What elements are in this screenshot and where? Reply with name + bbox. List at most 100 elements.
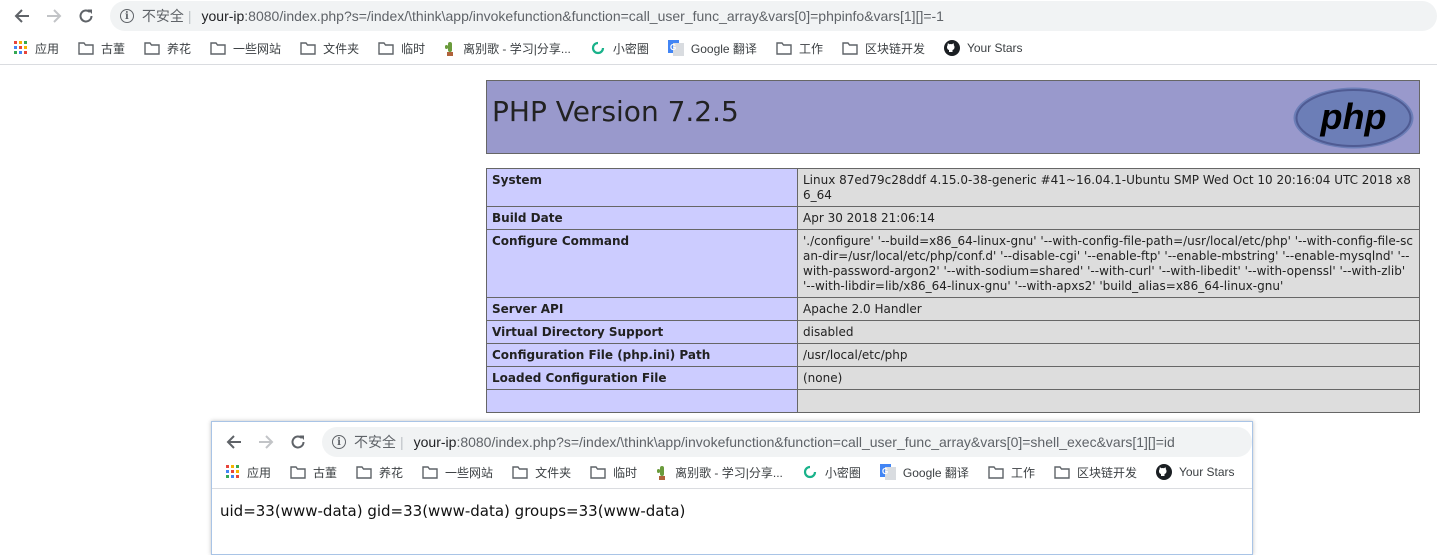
row-value: disabled <box>797 320 1420 344</box>
bookmark-folder-websites[interactable]: 一些网站 <box>210 40 281 57</box>
svg-text:G: G <box>882 467 888 476</box>
security-label: 不安全 <box>354 434 396 450</box>
table-row: Virtual Directory Support disabled <box>486 320 1420 344</box>
apps-grid-icon <box>14 41 27 54</box>
bookmark-folder-files[interactable]: 文件夹 <box>512 464 571 481</box>
bookmark-label: Google 翻译 <box>690 41 757 56</box>
table-row: Loaded Configuration File (none) <box>486 366 1420 390</box>
bookmarks-bar: 应用 古董 养花 一些网站 文件夹 临时 离别歌 - 学习|分享... 小密圈 <box>212 459 1252 485</box>
bookmark-folder-work[interactable]: 工作 <box>776 40 823 57</box>
bookmark-folder-temp[interactable]: 临时 <box>378 40 425 57</box>
bookmark-your-stars[interactable]: Your Stars <box>1155 464 1235 480</box>
security-label: 不安全 <box>141 8 184 24</box>
bookmark-apps[interactable]: 应用 <box>226 464 271 481</box>
address-bar[interactable]: i 不安全 | your-ip:8080/index.php?s=/index/… <box>109 1 1437 31</box>
row-key: Configuration File (php.ini) Path <box>486 343 798 367</box>
info-icon[interactable]: i <box>119 9 134 23</box>
phpinfo-header: PHP Version 7.2.5 php <box>486 80 1420 154</box>
php-logo: php <box>1293 87 1414 149</box>
bookmark-folder-files[interactable]: 文件夹 <box>300 40 359 57</box>
bookmark-label: 一些网站 <box>233 41 282 56</box>
table-row-partial <box>486 389 1420 413</box>
row-key: Virtual Directory Support <box>486 320 798 344</box>
bookmark-folder-gudong[interactable]: 古董 <box>290 464 337 481</box>
apps-grid-icon <box>226 465 239 478</box>
toolbar-divider <box>212 488 1252 489</box>
bookmark-label: Your Stars <box>966 41 1023 55</box>
folder-icon <box>776 41 792 55</box>
browser-window-shell-exec: i 不安全 | your-ip:8080/index.php?s=/index/… <box>211 421 1253 555</box>
bookmark-label: 临时 <box>401 41 426 56</box>
bookmark-libiege[interactable]: 离别歌 - 学习|分享... <box>444 40 571 57</box>
bookmark-xiaomiquan[interactable]: 小密圈 <box>802 464 861 481</box>
folder-icon <box>422 465 438 479</box>
circle-refresh-icon <box>591 41 604 55</box>
bookmark-label: 古董 <box>313 465 338 480</box>
folder-icon <box>300 41 316 55</box>
bookmark-folder-temp[interactable]: 临时 <box>590 464 637 481</box>
bookmark-libiege[interactable]: 离别歌 - 学习|分享... <box>656 464 783 481</box>
bookmark-xiaomiquan[interactable]: 小密圈 <box>590 40 649 57</box>
table-row: Build Date Apr 30 2018 21:06:14 <box>486 206 1420 230</box>
cactus-icon <box>657 465 666 480</box>
folder-icon <box>290 465 306 479</box>
bookmark-label: 离别歌 - 学习|分享... <box>675 465 783 480</box>
bookmark-google-translate[interactable]: G Google 翻译 <box>667 40 757 57</box>
folder-icon <box>988 465 1004 479</box>
phpinfo-table: System Linux 87ed79c28ddf 4.15.0-38-gene… <box>486 168 1420 413</box>
folder-icon <box>144 41 160 55</box>
bookmark-label: 文件夹 <box>535 465 572 480</box>
bookmark-label: 古董 <box>101 41 126 56</box>
folder-icon <box>210 41 226 55</box>
bookmark-label: 一些网站 <box>445 465 494 480</box>
bookmark-label: 应用 <box>35 41 60 56</box>
github-icon <box>1155 464 1172 480</box>
row-value: Apr 30 2018 21:06:14 <box>797 206 1420 230</box>
reload-icon[interactable] <box>70 0 102 32</box>
bookmark-folder-gudong[interactable]: 古董 <box>78 40 125 57</box>
folder-icon <box>356 465 372 479</box>
github-icon <box>943 40 960 56</box>
circle-refresh-icon <box>803 465 816 479</box>
forward-icon[interactable] <box>38 0 70 32</box>
row-value: (none) <box>797 366 1420 390</box>
bookmark-folder-blockchain[interactable]: 区块链开发 <box>1054 464 1137 481</box>
row-value: Linux 87ed79c28ddf 4.15.0-38-generic #41… <box>797 168 1420 207</box>
row-key: Configure Command <box>486 229 798 298</box>
browser-toolbar: i 不安全 | your-ip:8080/index.php?s=/index/… <box>212 426 1252 458</box>
address-bar[interactable]: i 不安全 | your-ip:8080/index.php?s=/index/… <box>322 427 1252 457</box>
bookmark-google-translate[interactable]: G Google 翻译 <box>879 464 969 481</box>
url-host: your-ip <box>201 8 245 24</box>
browser-window-phpinfo: i 不安全 | your-ip:8080/index.php?s=/index/… <box>0 0 1437 419</box>
row-key: Build Date <box>486 206 798 230</box>
bookmark-apps[interactable]: 应用 <box>14 40 59 57</box>
row-value-cutoff <box>797 389 1420 413</box>
back-icon[interactable] <box>6 0 38 32</box>
bookmark-label: 小密圈 <box>824 465 861 480</box>
folder-icon <box>842 41 858 55</box>
cactus-icon <box>445 41 454 56</box>
bookmark-folder-work[interactable]: 工作 <box>988 464 1035 481</box>
reload-icon[interactable] <box>282 426 314 458</box>
bookmark-label: 养花 <box>167 41 192 56</box>
info-icon[interactable]: i <box>332 435 346 449</box>
row-value: /usr/local/etc/php <box>797 343 1420 367</box>
folder-icon <box>590 465 606 479</box>
bookmark-label: 应用 <box>247 465 272 480</box>
bookmark-folder-blockchain[interactable]: 区块链开发 <box>842 40 925 57</box>
back-icon[interactable] <box>218 426 250 458</box>
bookmark-label: 区块链开发 <box>1076 465 1137 480</box>
bookmark-folder-websites[interactable]: 一些网站 <box>422 464 493 481</box>
folder-icon <box>512 465 528 479</box>
browser-toolbar: i 不安全 | your-ip:8080/index.php?s=/index/… <box>0 0 1437 32</box>
bookmark-folder-yanghua[interactable]: 养花 <box>356 464 403 481</box>
table-row: System Linux 87ed79c28ddf 4.15.0-38-gene… <box>486 168 1420 207</box>
bookmark-folder-yanghua[interactable]: 养花 <box>144 40 191 57</box>
bookmark-label: 小密圈 <box>612 41 649 56</box>
row-key: Loaded Configuration File <box>486 366 798 390</box>
row-value: './configure' '--build=x86_64-linux-gnu'… <box>797 229 1420 298</box>
bookmark-label: Your Stars <box>1178 465 1235 479</box>
forward-icon[interactable] <box>250 426 282 458</box>
row-key: Server API <box>486 297 798 321</box>
bookmark-your-stars[interactable]: Your Stars <box>943 40 1023 56</box>
